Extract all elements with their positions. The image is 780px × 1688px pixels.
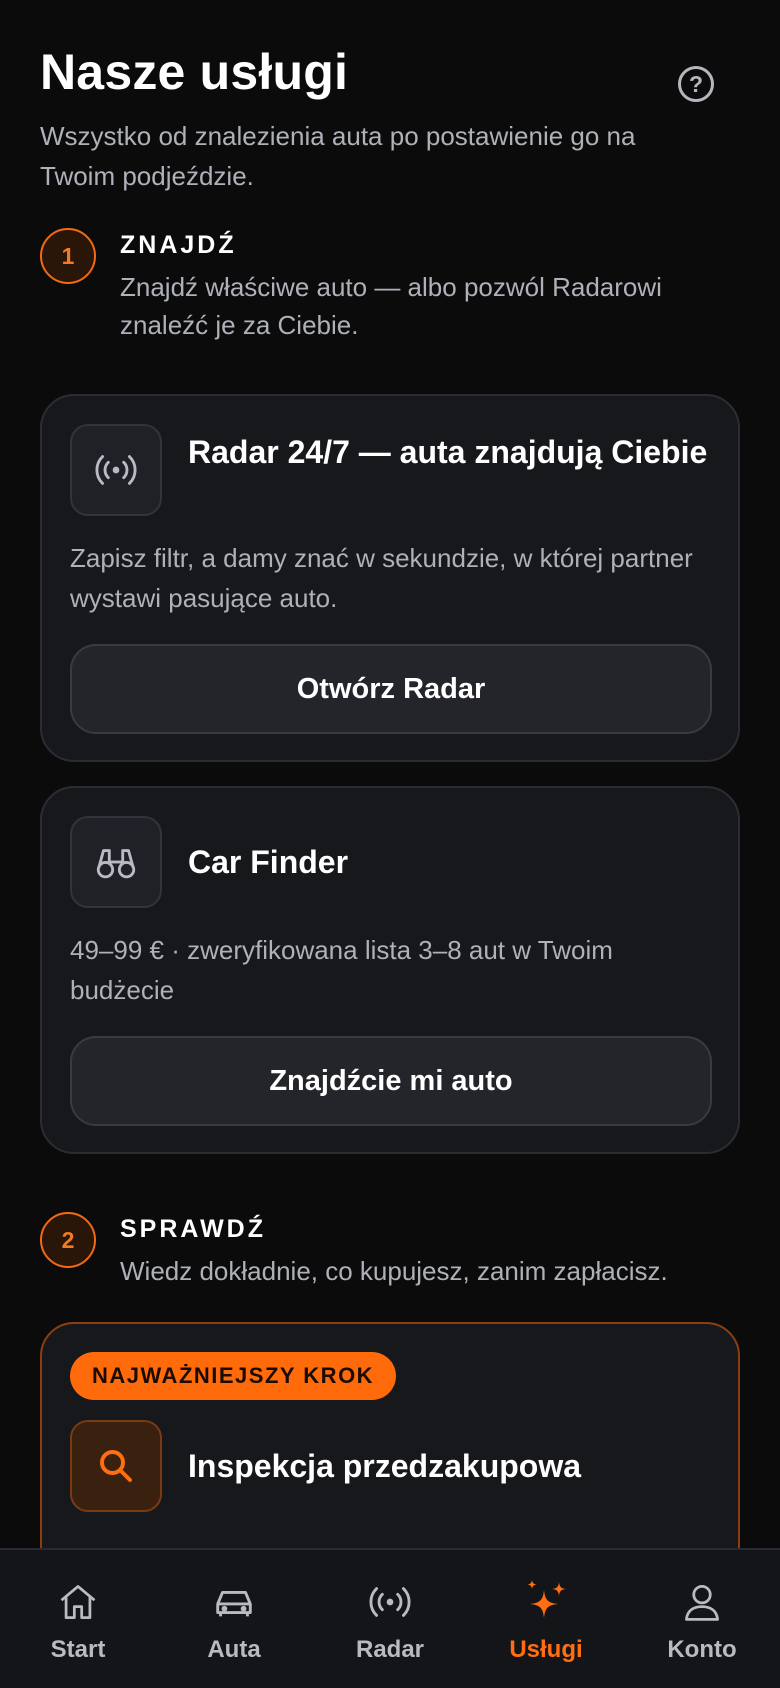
services-scroll-area[interactable]: Nasze usługi Wszystko od znalezienia aut…	[0, 0, 780, 1548]
search-icon	[70, 1420, 162, 1512]
sparkles-icon	[522, 1578, 570, 1626]
card-title: Inspekcja przedzakupowa	[188, 1448, 582, 1484]
card-car-finder: Car Finder 49–99 € · zweryfikowana lista…	[40, 786, 740, 1154]
step-description: Wiedz dokładnie, co kupujesz, zanim zapł…	[120, 1256, 668, 1286]
nav-item-auta[interactable]: Auta	[156, 1550, 312, 1688]
nav-item-start[interactable]: Start	[0, 1550, 156, 1688]
open-radar-button[interactable]: Otwórz Radar	[70, 644, 712, 734]
help-glyph: ?	[688, 70, 704, 97]
page-subtitle: Wszystko od znalezienia auta po postawie…	[40, 121, 636, 191]
card-title: Radar 24/7 — auta znajdują Ciebie	[188, 434, 708, 470]
priority-badge: NAJWAŻNIEJSZY KROK	[70, 1352, 397, 1400]
step-description: Znajdź właściwe auto — albo pozwól Radar…	[120, 272, 662, 340]
nav-item-uslugi[interactable]: Usługi	[468, 1550, 624, 1688]
step-number: 2	[40, 1212, 96, 1268]
binoculars-icon	[70, 816, 162, 908]
step-title: ZNAJDŹ	[120, 231, 237, 259]
home-icon	[54, 1578, 102, 1626]
page-title: Nasze usługi	[40, 44, 349, 100]
card-radar: Radar 24/7 — auta znajdują Ciebie Zapisz…	[40, 394, 740, 762]
services-screen: Nasze usługi Wszystko od znalezienia aut…	[0, 0, 780, 1688]
nav-label: Konto	[667, 1636, 737, 1663]
car-icon	[210, 1578, 258, 1626]
card-description: 49–99 € · zweryfikowana lista 3–8 aut w …	[70, 935, 613, 1005]
nav-label: Usługi	[509, 1636, 583, 1663]
bottom-nav: Start Auta Radar Usługi Konto	[0, 1548, 780, 1688]
nav-item-konto[interactable]: Konto	[624, 1550, 780, 1688]
nav-label: Start	[50, 1636, 106, 1663]
find-me-car-button[interactable]: Znajdźcie mi auto	[70, 1036, 712, 1126]
card-title: Car Finder	[188, 844, 349, 880]
nav-item-radar[interactable]: Radar	[312, 1550, 468, 1688]
step-find: 1 ZNAJDŹ Znajdź właściwe auto — albo poz…	[40, 228, 740, 358]
nav-label: Radar	[355, 1636, 425, 1663]
step-number: 1	[40, 228, 96, 284]
radar-icon	[366, 1578, 414, 1626]
user-icon	[678, 1578, 726, 1626]
question-circle-icon[interactable]: ?	[678, 66, 714, 102]
card-inspection[interactable]: NAJWAŻNIEJSZY KROK Inspekcja przedzakupo…	[40, 1322, 740, 1548]
page-header: Nasze usługi Wszystko od znalezienia aut…	[40, 38, 740, 196]
card-description: Pakiet standard 217,80 € · kilkadziesiąt…	[70, 1538, 710, 1548]
step-check: 2 SPRAWDŹ Wiedz dokładnie, co kupujesz, …	[40, 1212, 740, 1302]
nav-label: Auta	[207, 1636, 261, 1663]
step-title: SPRAWDŹ	[120, 1215, 266, 1243]
radar-broadcast-icon	[70, 424, 162, 516]
card-description: Zapisz filtr, a damy znać w sekundzie, w…	[70, 543, 693, 613]
